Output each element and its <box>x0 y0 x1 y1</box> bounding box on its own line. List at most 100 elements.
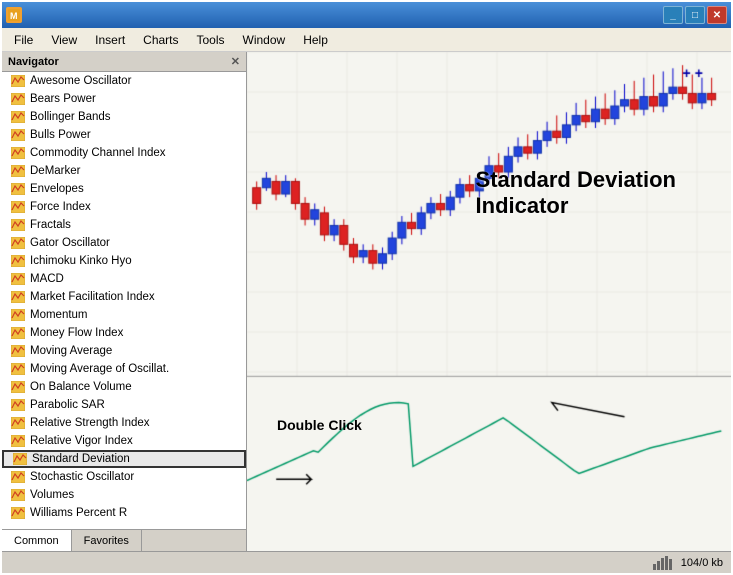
nav-item-13[interactable]: Momentum <box>2 306 246 324</box>
nav-item-icon-13 <box>10 308 26 322</box>
nav-item-label-18: Parabolic SAR <box>30 399 105 411</box>
nav-item-icon-8 <box>10 218 26 232</box>
nav-item-label-10: Ichimoku Kinko Hyo <box>30 255 132 267</box>
menu-insert[interactable]: Insert <box>87 31 133 49</box>
nav-item-1[interactable]: Bears Power <box>2 90 246 108</box>
status-bars-icon <box>653 556 673 570</box>
nav-item-2[interactable]: Bollinger Bands <box>2 108 246 126</box>
minimize-button[interactable]: _ <box>663 6 683 24</box>
nav-item-label-3: Bulls Power <box>30 129 91 141</box>
nav-item-icon-19 <box>10 416 26 430</box>
nav-item-14[interactable]: Money Flow Index <box>2 324 246 342</box>
nav-item-9[interactable]: Gator Oscillator <box>2 234 246 252</box>
nav-item-19[interactable]: Relative Strength Index <box>2 414 246 432</box>
nav-item-icon-17 <box>10 380 26 394</box>
nav-item-label-16: Moving Average of Oscillat. <box>30 363 169 375</box>
nav-item-icon-15 <box>10 344 26 358</box>
close-button[interactable]: ✕ <box>707 6 727 24</box>
nav-item-label-20: Relative Vigor Index <box>30 435 133 447</box>
nav-item-label-13: Momentum <box>30 309 88 321</box>
nav-item-icon-9 <box>10 236 26 250</box>
main-window: M _ □ ✕ File View Insert Charts Tools Wi… <box>0 0 733 575</box>
nav-item-icon-24 <box>10 506 26 520</box>
nav-item-0[interactable]: Awesome Oscillator <box>2 72 246 90</box>
nav-item-icon-23 <box>10 488 26 502</box>
nav-item-24[interactable]: Williams Percent R <box>2 504 246 522</box>
navigator-title: Navigator <box>8 56 59 68</box>
menu-help[interactable]: Help <box>295 31 336 49</box>
nav-item-12[interactable]: Market Facilitation Index <box>2 288 246 306</box>
nav-item-icon-10 <box>10 254 26 268</box>
main-content: Navigator ✕ Awesome Oscillator Bears Pow… <box>2 52 731 551</box>
nav-item-label-6: Envelopes <box>30 183 84 195</box>
chart-canvas <box>247 52 731 551</box>
nav-item-23[interactable]: Volumes <box>2 486 246 504</box>
nav-item-icon-21 <box>12 452 28 466</box>
tab-favorites[interactable]: Favorites <box>72 530 142 551</box>
svg-text:M: M <box>10 11 18 21</box>
nav-item-icon-20 <box>10 434 26 448</box>
nav-item-icon-11 <box>10 272 26 286</box>
nav-item-label-12: Market Facilitation Index <box>30 291 155 303</box>
nav-item-11[interactable]: MACD <box>2 270 246 288</box>
nav-item-label-11: MACD <box>30 273 64 285</box>
nav-item-icon-1 <box>10 92 26 106</box>
nav-item-label-1: Bears Power <box>30 93 96 105</box>
nav-item-label-4: Commodity Channel Index <box>30 147 166 159</box>
menu-view[interactable]: View <box>43 31 85 49</box>
maximize-button[interactable]: □ <box>685 6 705 24</box>
nav-item-4[interactable]: Commodity Channel Index <box>2 144 246 162</box>
nav-item-label-5: DeMarker <box>30 165 80 177</box>
nav-item-7[interactable]: Force Index <box>2 198 246 216</box>
nav-item-17[interactable]: On Balance Volume <box>2 378 246 396</box>
nav-item-label-23: Volumes <box>30 489 74 501</box>
nav-item-3[interactable]: Bulls Power <box>2 126 246 144</box>
nav-item-icon-7 <box>10 200 26 214</box>
app-icon: M <box>6 7 22 23</box>
nav-item-label-24: Williams Percent R <box>30 507 127 519</box>
nav-item-22[interactable]: Stochastic Oscillator <box>2 468 246 486</box>
nav-item-6[interactable]: Envelopes <box>2 180 246 198</box>
nav-item-5[interactable]: DeMarker <box>2 162 246 180</box>
navigator-panel: Navigator ✕ Awesome Oscillator Bears Pow… <box>2 52 247 551</box>
nav-item-label-7: Force Index <box>30 201 91 213</box>
chart-area: Standard Deviation Indicator Double Clic… <box>247 52 731 551</box>
nav-item-icon-5 <box>10 164 26 178</box>
nav-item-icon-22 <box>10 470 26 484</box>
navigator-list[interactable]: Awesome Oscillator Bears Power Bollinger… <box>2 72 246 529</box>
nav-item-10[interactable]: Ichimoku Kinko Hyo <box>2 252 246 270</box>
menu-window[interactable]: Window <box>235 31 294 49</box>
nav-item-icon-18 <box>10 398 26 412</box>
nav-item-icon-2 <box>10 110 26 124</box>
status-bar: 104/0 kb <box>2 551 731 573</box>
nav-item-20[interactable]: Relative Vigor Index <box>2 432 246 450</box>
menu-charts[interactable]: Charts <box>135 31 186 49</box>
nav-item-label-21: Standard Deviation <box>32 453 130 465</box>
title-bar-left: M <box>6 7 22 23</box>
nav-item-icon-4 <box>10 146 26 160</box>
title-bar-controls: _ □ ✕ <box>663 6 727 24</box>
title-bar: M _ □ ✕ <box>2 2 731 28</box>
nav-item-15[interactable]: Moving Average <box>2 342 246 360</box>
nav-item-icon-16 <box>10 362 26 376</box>
nav-item-label-19: Relative Strength Index <box>30 417 150 429</box>
nav-item-icon-14 <box>10 326 26 340</box>
nav-item-label-2: Bollinger Bands <box>30 111 111 123</box>
menu-bar: File View Insert Charts Tools Window Hel… <box>2 28 731 52</box>
menu-file[interactable]: File <box>6 31 41 49</box>
nav-item-21[interactable]: Standard Deviation <box>2 450 246 468</box>
double-click-label: Double Click <box>277 417 362 433</box>
nav-item-label-8: Fractals <box>30 219 71 231</box>
nav-item-16[interactable]: Moving Average of Oscillat. <box>2 360 246 378</box>
nav-item-18[interactable]: Parabolic SAR <box>2 396 246 414</box>
nav-item-label-0: Awesome Oscillator <box>30 75 131 87</box>
navigator-close-button[interactable]: ✕ <box>231 55 240 68</box>
nav-item-label-17: On Balance Volume <box>30 381 132 393</box>
menu-tools[interactable]: Tools <box>189 31 233 49</box>
tab-common[interactable]: Common <box>2 530 72 551</box>
navigator-tabs: Common Favorites <box>2 529 246 551</box>
nav-item-icon-12 <box>10 290 26 304</box>
nav-item-8[interactable]: Fractals <box>2 216 246 234</box>
nav-item-label-15: Moving Average <box>30 345 112 357</box>
nav-item-icon-6 <box>10 182 26 196</box>
